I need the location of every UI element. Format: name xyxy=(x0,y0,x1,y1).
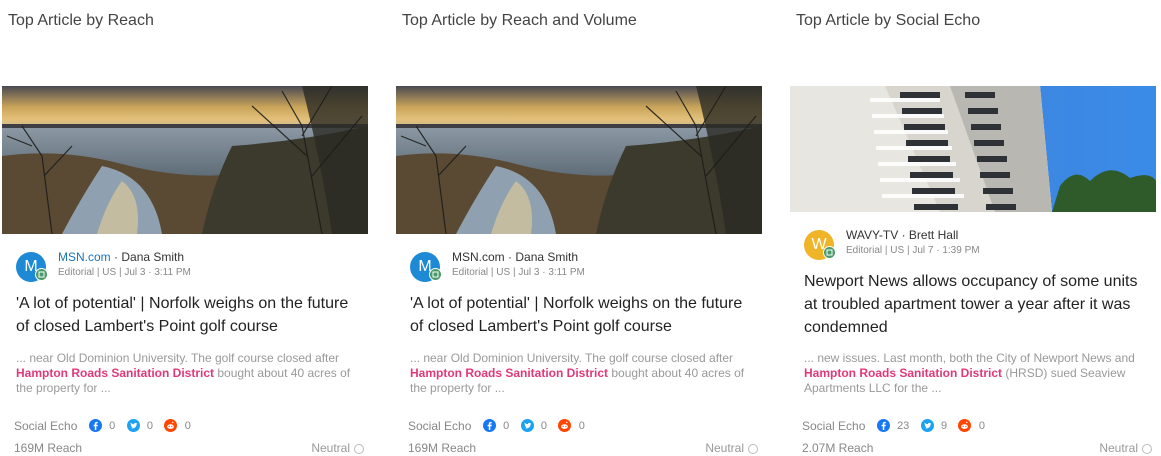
snippet-text: ... new issues. Last month, both the Cit… xyxy=(804,351,1135,365)
facebook-icon xyxy=(482,419,496,433)
snippet-text: ... near Old Dominion University. The go… xyxy=(410,351,734,365)
article-column-social-echo: Top Article by Social Echo W WAVY-TV · B… xyxy=(788,0,1158,456)
article-source: W WAVY-TV · Brett Hall Editorial | US | … xyxy=(804,226,1154,266)
author-name: Brett Hall xyxy=(908,228,959,242)
reddit-icon xyxy=(958,419,972,433)
social-echo-label: Social Echo xyxy=(802,418,866,433)
article-card[interactable]: M MSN.com · Dana Smith Editorial | US | … xyxy=(0,86,370,456)
outlet-author-line: MSN.com · Dana Smith xyxy=(58,250,184,264)
article-headline[interactable]: Newport News allows occupancy of some un… xyxy=(804,270,1144,339)
outlet-author-line: MSN.com · Dana Smith xyxy=(452,250,578,264)
editorial-badge-icon xyxy=(823,246,836,259)
sentiment-circle-icon xyxy=(354,443,364,454)
reddit-count: 0 xyxy=(978,419,985,432)
twitter-count: 0 xyxy=(146,419,153,432)
article-snippet: ... near Old Dominion University. The go… xyxy=(410,351,755,396)
article-meta: Editorial | US | Jul 3 · 3:11 PM xyxy=(452,267,585,278)
facebook-icon xyxy=(876,419,890,433)
reddit-count: 0 xyxy=(184,419,191,432)
reach-value: 169M Reach xyxy=(14,441,83,455)
article-meta: Editorial | US | Jul 7 · 1:39 PM xyxy=(846,245,980,256)
separator: · xyxy=(114,250,119,264)
column-title: Top Article by Reach xyxy=(8,12,154,29)
article-headline[interactable]: 'A lot of potential' | Norfolk weighs on… xyxy=(16,292,356,338)
sentiment-label: Neutral xyxy=(705,441,744,455)
facebook-icon xyxy=(88,419,102,433)
article-source: M MSN.com · Dana Smith Editorial | US | … xyxy=(16,248,366,288)
snippet-keyword-highlight: Hampton Roads Sanitation District xyxy=(16,366,215,380)
twitter-icon xyxy=(920,419,934,433)
sentiment-circle-icon xyxy=(1142,443,1152,454)
article-card[interactable]: W WAVY-TV · Brett Hall Editorial | US | … xyxy=(788,86,1158,456)
article-column-reach-volume: Top Article by Reach and Volume M MSN.co… xyxy=(394,0,764,456)
facebook-count: 23 xyxy=(897,419,910,432)
article-image[interactable] xyxy=(396,86,762,234)
social-echo: Social Echo 0 0 0 xyxy=(14,418,368,436)
social-echo-label: Social Echo xyxy=(408,418,472,433)
snippet-keyword-highlight: Hampton Roads Sanitation District xyxy=(410,366,609,380)
facebook-count: 0 xyxy=(109,419,116,432)
article-snippet: ... near Old Dominion University. The go… xyxy=(16,351,361,396)
sentiment-circle-icon xyxy=(748,443,758,454)
column-title: Top Article by Reach and Volume xyxy=(402,12,637,29)
article-snippet: ... new issues. Last month, both the Cit… xyxy=(804,351,1149,396)
twitter-count: 0 xyxy=(540,419,547,432)
outlet-link[interactable]: MSN.com xyxy=(58,250,111,264)
article-meta: Editorial | US | Jul 3 · 3:11 PM xyxy=(58,267,191,278)
twitter-icon xyxy=(520,419,534,433)
reach-value: 2.07M Reach xyxy=(802,441,874,455)
article-image[interactable] xyxy=(790,86,1156,234)
separator: · xyxy=(508,250,513,264)
article-image[interactable] xyxy=(2,86,368,234)
social-echo: Social Echo 0 0 0 xyxy=(408,418,762,436)
reddit-count: 0 xyxy=(578,419,585,432)
social-echo-label: Social Echo xyxy=(14,418,78,433)
facebook-count: 0 xyxy=(503,419,510,432)
editorial-badge-icon xyxy=(35,268,48,281)
twitter-icon xyxy=(126,419,140,433)
sentiment-indicator[interactable]: Neutral xyxy=(311,441,364,455)
article-source: M MSN.com · Dana Smith Editorial | US | … xyxy=(410,248,760,288)
twitter-count: 9 xyxy=(941,419,948,432)
article-column-reach: Top Article by Reach M MSN.com · Dana Sm… xyxy=(0,0,370,456)
sentiment-indicator[interactable]: Neutral xyxy=(1099,441,1152,455)
outlet-link[interactable]: MSN.com xyxy=(452,250,505,264)
editorial-badge-icon xyxy=(429,268,442,281)
outlet-link[interactable]: WAVY-TV xyxy=(846,228,898,242)
sentiment-label: Neutral xyxy=(1099,441,1138,455)
column-title: Top Article by Social Echo xyxy=(796,12,981,29)
sentiment-label: Neutral xyxy=(311,441,350,455)
snippet-keyword-highlight: Hampton Roads Sanitation District xyxy=(804,366,1003,380)
sentiment-indicator[interactable]: Neutral xyxy=(705,441,758,455)
article-card[interactable]: M MSN.com · Dana Smith Editorial | US | … xyxy=(394,86,764,456)
reach-value: 169M Reach xyxy=(408,441,477,455)
reddit-icon xyxy=(164,419,178,433)
article-headline[interactable]: 'A lot of potential' | Norfolk weighs on… xyxy=(410,292,750,338)
reddit-icon xyxy=(558,419,572,433)
author-name: Dana Smith xyxy=(121,250,185,264)
separator: · xyxy=(901,228,906,242)
outlet-author-line: WAVY-TV · Brett Hall xyxy=(846,228,958,242)
snippet-text: ... near Old Dominion University. The go… xyxy=(16,351,340,365)
social-echo: Social Echo 23 9 0 xyxy=(802,418,1156,436)
author-name: Dana Smith xyxy=(515,250,579,264)
